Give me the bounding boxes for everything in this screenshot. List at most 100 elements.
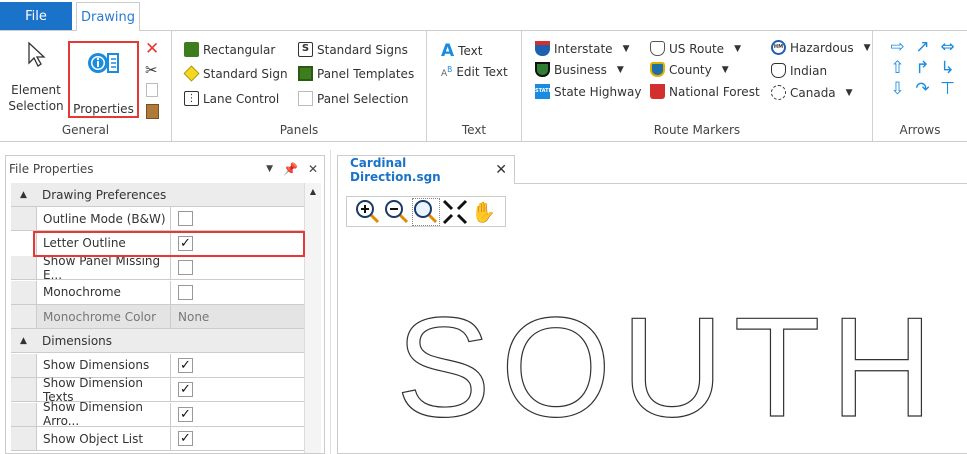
delete-icon[interactable]: ✕ (145, 39, 159, 59)
chevron-down-icon[interactable]: ▼ (623, 44, 630, 54)
close-tab-icon[interactable]: ✕ (495, 162, 507, 178)
standard-signs-button[interactable]: S Standard Signs (298, 42, 408, 57)
state-highway-icon: STATE (535, 84, 552, 99)
chevron-down-icon[interactable]: ▼ (864, 43, 871, 53)
group-label-general: General (61, 123, 110, 137)
panel-templates-button[interactable]: Panel Templates (298, 66, 414, 81)
arrow-left-right-icon[interactable]: ⇔ (935, 37, 960, 58)
panel-selection-button[interactable]: Panel Selection (298, 91, 409, 106)
canada-label: Canada (790, 85, 836, 100)
standard-sign-label: Standard Sign (203, 66, 288, 81)
property-checkbox[interactable]: ✓ (178, 406, 193, 422)
scroll-up-icon[interactable]: ▲ (305, 187, 321, 196)
group-label-route-markers: Route Markers (653, 123, 741, 137)
chevron-down-icon[interactable]: ▼ (722, 65, 729, 75)
state-highway-button[interactable]: STATE State Highway (535, 84, 641, 99)
cursor-icon (28, 41, 46, 67)
element-selection-button[interactable]: Element Selection (6, 41, 66, 114)
arrow-down-icon[interactable]: ⇩ (885, 79, 910, 100)
property-checkbox[interactable] (178, 260, 193, 276)
category-dimensions[interactable]: ▲ Dimensions (11, 329, 304, 354)
text-icon: A (441, 41, 455, 61)
panel-title: File Properties (9, 162, 94, 176)
property-label: Show Dimension Arro... (36, 400, 171, 428)
national-forest-button[interactable]: National Forest (650, 84, 760, 99)
zoom-window-icon[interactable] (412, 197, 440, 226)
panel-header: File Properties ▼ 📌 ✕ (6, 156, 324, 182)
arrow-u-turn-icon[interactable]: ↷ (910, 79, 935, 100)
text-button[interactable]: A Text (441, 41, 482, 61)
indian-icon (771, 63, 786, 78)
rectangular-button[interactable]: Rectangular (184, 42, 275, 57)
cut-icon[interactable]: ✂ (145, 61, 158, 79)
collapse-icon[interactable]: ▲ (11, 183, 36, 206)
arrow-up-right-icon[interactable]: ↗ (910, 37, 935, 58)
property-row: Show Object List ✓ (11, 427, 304, 451)
edit-text-button[interactable]: AB Edit Text (441, 65, 508, 79)
interstate-icon (535, 41, 550, 56)
panel-menu-icon[interactable]: ▼ (266, 164, 273, 174)
property-label: Show Dimensions (36, 353, 171, 377)
standard-sign-button[interactable]: Standard Sign (183, 65, 288, 82)
canvas[interactable]: ✋ SOUTH (337, 183, 967, 454)
document-tab-label: Cardinal Direction.sgn (350, 156, 441, 184)
property-row: Monochrome (11, 280, 304, 305)
property-row: Show Panel Missing E... (11, 254, 304, 282)
canvas-text-south: SOUTH (396, 288, 943, 447)
arrow-up-then-right-icon[interactable]: ↳ (935, 58, 960, 79)
document-tab[interactable]: Cardinal Direction.sgn ✕ (337, 155, 515, 184)
arrow-right-icon[interactable]: ⇨ (885, 37, 910, 58)
standard-signs-icon: S (298, 42, 313, 57)
zoom-in-icon[interactable] (355, 199, 381, 225)
property-checkbox[interactable]: ✓ (178, 382, 193, 398)
national-forest-icon (650, 84, 665, 99)
arrow-up-icon[interactable]: ⇧ (885, 58, 910, 79)
tab-drawing[interactable]: Drawing (76, 2, 140, 31)
county-label: County (669, 62, 712, 77)
scrollbar[interactable]: ▲ (304, 183, 321, 453)
national-forest-label: National Forest (669, 84, 760, 99)
pin-icon[interactable]: 📌 (283, 162, 298, 176)
properties-button[interactable]: Properties (68, 41, 139, 118)
properties-icon (87, 53, 119, 73)
text-label: Text (458, 44, 483, 58)
ribbon: Element Selection Properties ✕ ✂ General… (0, 30, 967, 142)
pan-hand-icon[interactable]: ✋ (471, 200, 496, 224)
county-button[interactable]: County ▼ (650, 62, 729, 77)
diamond-icon (183, 65, 200, 82)
zoom-extents-icon[interactable] (442, 199, 468, 225)
close-panel-icon[interactable]: ✕ (308, 162, 318, 176)
document-area: Cardinal Direction.sgn ✕ ✋ SOUTH (337, 155, 967, 454)
property-checkbox[interactable]: ✓ (178, 431, 193, 446)
property-checkbox[interactable]: ✓ (178, 357, 193, 373)
chevron-down-icon[interactable]: ▼ (617, 65, 624, 75)
group-label-panels: Panels (279, 123, 319, 137)
copy-icon[interactable] (146, 83, 158, 97)
hazardous-button[interactable]: HM Hazardous ▼ (771, 40, 871, 55)
element-selection-label: Element Selection (8, 83, 64, 113)
collapse-icon[interactable]: ▲ (11, 329, 36, 352)
arrow-curve-right-icon[interactable]: ↱ (910, 58, 935, 79)
property-checkbox[interactable] (178, 284, 193, 300)
property-row: Letter Outline ✓ (33, 230, 305, 257)
group-label-arrows: Arrows (899, 123, 941, 137)
us-route-button[interactable]: US Route ▼ (650, 41, 741, 56)
property-checkbox[interactable] (178, 211, 193, 227)
canada-button[interactable]: Canada ▼ (771, 85, 853, 100)
chevron-down-icon[interactable]: ▼ (846, 88, 853, 98)
chevron-down-icon[interactable]: ▼ (734, 44, 741, 54)
arrow-t-icon[interactable]: ⊤ (935, 79, 960, 100)
standard-signs-label: Standard Signs (317, 42, 408, 57)
panel-templates-label: Panel Templates (317, 66, 415, 81)
lane-control-button[interactable]: ⋮ Lane Control (184, 91, 279, 106)
property-checkbox[interactable]: ✓ (178, 235, 193, 251)
paste-icon[interactable] (146, 104, 159, 119)
indian-button[interactable]: Indian (771, 63, 827, 78)
business-button[interactable]: Business ▼ (535, 62, 624, 77)
property-row: Outline Mode (B&W) (11, 207, 304, 232)
zoom-out-icon[interactable] (384, 199, 410, 225)
splitter[interactable] (330, 150, 331, 454)
interstate-button[interactable]: Interstate ▼ (535, 41, 630, 56)
tab-file[interactable]: File (0, 2, 72, 30)
category-drawing-preferences[interactable]: ▲ Drawing Preferences (11, 183, 304, 207)
